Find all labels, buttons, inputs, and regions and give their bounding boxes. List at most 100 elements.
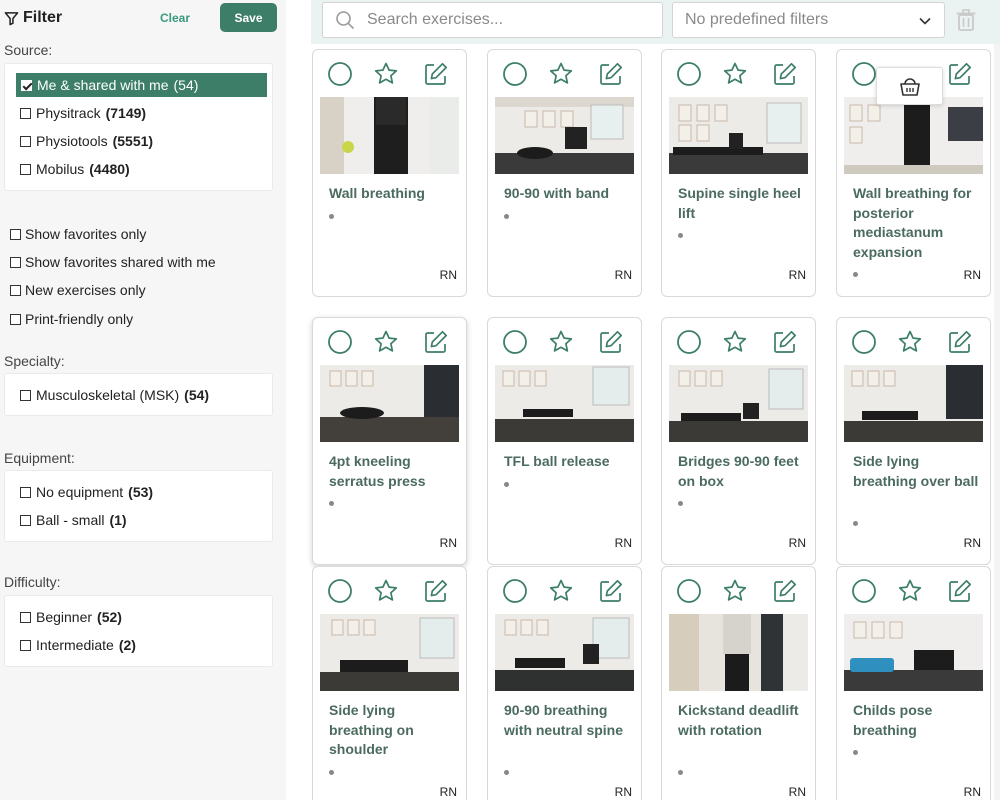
- select-circle-icon[interactable]: [676, 61, 702, 87]
- edit-icon[interactable]: [598, 329, 624, 355]
- edit-icon[interactable]: [423, 578, 449, 604]
- select-circle-icon[interactable]: [851, 578, 877, 604]
- checkbox[interactable]: [10, 284, 21, 296]
- exercise-name: Side lying breathing over ball: [853, 453, 979, 489]
- difficulty-option-beginner[interactable]: Beginner (52): [20, 609, 122, 625]
- edit-icon[interactable]: [598, 578, 624, 604]
- checkbox-checked[interactable]: [21, 79, 32, 91]
- select-circle-icon[interactable]: [676, 329, 702, 355]
- difficulty-option-intermediate[interactable]: Intermediate (2): [20, 637, 136, 653]
- toggle-label: Print-friendly only: [25, 311, 134, 327]
- exercise-card[interactable]: 90-90 breathing with neutral spine RN: [487, 566, 642, 800]
- select-circle-icon[interactable]: [851, 329, 877, 355]
- exercise-card[interactable]: Childs pose breathing RN: [836, 566, 991, 800]
- edit-icon[interactable]: [598, 61, 624, 87]
- star-icon[interactable]: [548, 578, 574, 604]
- star-icon[interactable]: [897, 329, 923, 355]
- star-icon[interactable]: [722, 329, 748, 355]
- exercise-card[interactable]: Bridges 90-90 feet on box RN: [661, 317, 816, 565]
- star-icon[interactable]: [548, 61, 574, 87]
- filter-title: Filter: [4, 9, 62, 27]
- predefined-filter-select[interactable]: No predefined filters: [672, 2, 945, 38]
- edit-icon[interactable]: [423, 329, 449, 355]
- bullet-dot: [504, 214, 509, 219]
- select-circle-icon[interactable]: [327, 329, 353, 355]
- exercise-card[interactable]: Supine single heel lift RN: [661, 49, 816, 297]
- edit-icon[interactable]: [772, 329, 798, 355]
- toggle-favorites-only[interactable]: Show favorites only: [10, 226, 146, 242]
- checkbox[interactable]: [10, 256, 21, 268]
- checkbox[interactable]: [20, 514, 31, 526]
- save-filters-button[interactable]: Save: [220, 3, 277, 32]
- author-initials: RN: [439, 785, 457, 799]
- exercise-card[interactable]: Side lying breathing over ball RN: [836, 317, 991, 565]
- checkbox[interactable]: [20, 163, 31, 175]
- toggle-print-friendly[interactable]: Print-friendly only: [10, 311, 133, 327]
- exercise-name: Wall breathing: [329, 185, 425, 201]
- toggle-label: Show favorites shared with me: [25, 254, 216, 270]
- source-option-physitrack[interactable]: Physitrack (7149): [20, 105, 146, 121]
- toggle-favorites-shared[interactable]: Show favorites shared with me: [10, 254, 216, 270]
- exercise-name: 4pt kneeling serratus press: [329, 453, 426, 489]
- star-icon[interactable]: [722, 578, 748, 604]
- edit-icon[interactable]: [772, 61, 798, 87]
- select-circle-icon[interactable]: [502, 329, 528, 355]
- select-circle-icon[interactable]: [502, 61, 528, 87]
- trash-icon[interactable]: [953, 7, 979, 33]
- clear-filters-button[interactable]: Clear: [160, 11, 190, 25]
- edit-icon[interactable]: [947, 61, 973, 87]
- option-count: (5551): [112, 133, 154, 149]
- checkbox[interactable]: [20, 135, 31, 147]
- search-input[interactable]: [367, 11, 647, 29]
- select-circle-icon[interactable]: [327, 61, 353, 87]
- author-initials: RN: [614, 785, 632, 799]
- author-initials: RN: [439, 268, 457, 282]
- source-option-mobilus[interactable]: Mobilus (4480): [20, 161, 130, 177]
- exercise-card[interactable]: Kickstand deadlift with rotation RN: [661, 566, 816, 800]
- exercise-card[interactable]: 4pt kneeling serratus press RN: [312, 317, 467, 565]
- equipment-option-none[interactable]: No equipment (53): [20, 484, 153, 500]
- exercise-name: Supine single heel lift: [678, 185, 801, 221]
- edit-icon[interactable]: [423, 61, 449, 87]
- select-circle-icon[interactable]: [502, 578, 528, 604]
- filter-header: Filter Clear Save: [4, 3, 277, 32]
- equipment-option-ball-small[interactable]: Ball - small (1): [20, 512, 127, 528]
- star-icon[interactable]: [722, 61, 748, 87]
- star-icon[interactable]: [548, 329, 574, 355]
- edit-icon[interactable]: [947, 329, 973, 355]
- checkbox[interactable]: [20, 486, 31, 498]
- bullet-dot: [329, 501, 334, 506]
- exercise-card[interactable]: Side lying breathing on shoulder RN: [312, 566, 467, 800]
- author-initials: RN: [963, 536, 981, 550]
- exercise-card[interactable]: Wall breathing RN: [312, 49, 467, 297]
- select-circle-icon[interactable]: [327, 578, 353, 604]
- bullet-dot: [678, 501, 683, 506]
- select-circle-icon[interactable]: [851, 61, 877, 87]
- star-icon[interactable]: [373, 61, 399, 87]
- checkbox[interactable]: [20, 107, 31, 119]
- star-icon[interactable]: [897, 578, 923, 604]
- toggle-new-exercises[interactable]: New exercises only: [10, 282, 146, 298]
- checkbox[interactable]: [20, 611, 31, 623]
- difficulty-options: Beginner (52) Intermediate (2): [4, 595, 273, 667]
- star-icon[interactable]: [373, 329, 399, 355]
- scrollbar[interactable]: [994, 44, 1000, 800]
- search-box[interactable]: [322, 2, 663, 38]
- checkbox[interactable]: [20, 389, 31, 401]
- edit-icon[interactable]: [772, 578, 798, 604]
- add-to-basket-tooltip[interactable]: [876, 67, 943, 105]
- checkbox[interactable]: [20, 639, 31, 651]
- exercise-card[interactable]: TFL ball release RN: [487, 317, 642, 565]
- specialty-option-msk[interactable]: Musculoskeletal (MSK) (54): [20, 387, 209, 403]
- star-icon[interactable]: [373, 578, 399, 604]
- bullet-dot: [329, 770, 334, 775]
- exercise-card[interactable]: 90-90 with band RN: [487, 49, 642, 297]
- option-label: No equipment: [36, 484, 124, 500]
- select-circle-icon[interactable]: [676, 578, 702, 604]
- source-option-me-shared[interactable]: Me & shared with me (54): [16, 73, 267, 97]
- bullet-dot: [678, 233, 683, 238]
- source-option-physiotools[interactable]: Physiotools (5551): [20, 133, 153, 149]
- checkbox[interactable]: [10, 313, 21, 325]
- edit-icon[interactable]: [947, 578, 973, 604]
- checkbox[interactable]: [10, 228, 21, 240]
